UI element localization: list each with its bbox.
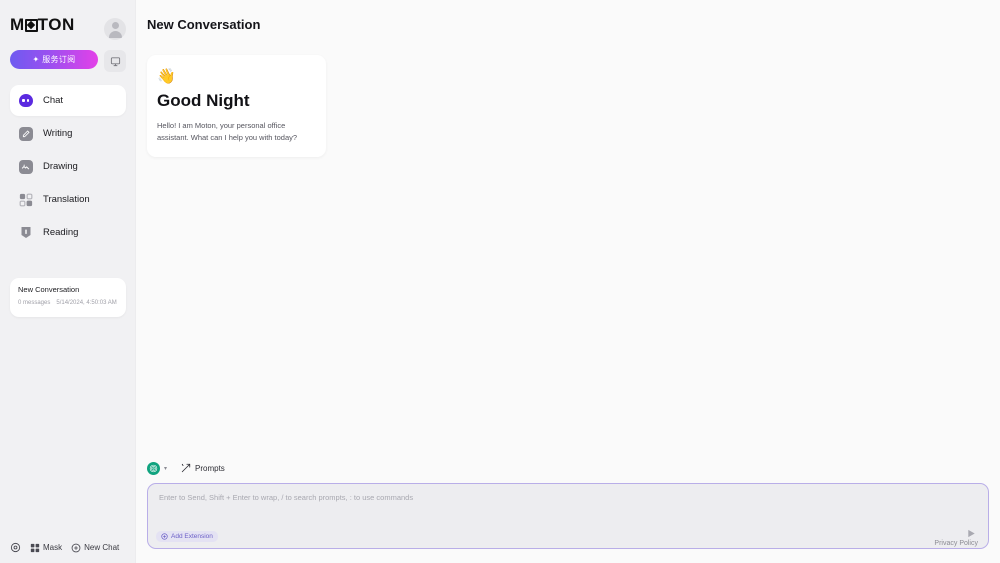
image-icon <box>18 159 33 174</box>
sidebar-item-label: Translation <box>43 194 90 205</box>
conversation-timestamp: 5/14/2024, 4:50:03 AM <box>56 300 117 306</box>
model-selector[interactable]: ▾ <box>147 461 168 475</box>
new-chat-button[interactable]: New Chat <box>71 543 119 553</box>
sidebar-item-label: Drawing <box>43 161 78 172</box>
display-mode-button[interactable] <box>104 50 126 72</box>
mask-button[interactable]: Mask <box>30 543 62 553</box>
sidebar-item-writing[interactable]: Writing <box>10 118 126 149</box>
monitor-icon <box>110 56 120 66</box>
add-extension-label: Add Extension <box>171 533 213 540</box>
privacy-policy-link[interactable]: Privacy Policy <box>934 540 978 547</box>
chat-bubble-icon <box>18 93 33 108</box>
grid-icon <box>30 543 40 552</box>
avatar[interactable] <box>104 18 126 40</box>
openai-logo-icon <box>147 461 160 475</box>
conversation-message-count: 0 messages <box>18 300 51 306</box>
conversation-title: New Conversation <box>18 285 80 294</box>
new-chat-label: New Chat <box>84 543 120 552</box>
avatar-head-icon <box>111 22 119 29</box>
greeting-title: Good Night <box>157 91 250 110</box>
logo-diamond-icon <box>24 18 38 32</box>
message-input-wrapper[interactable]: Enter to Send, Shift + Enter to wrap, / … <box>147 483 989 549</box>
waving-hand-icon: 👋 <box>157 67 176 85</box>
pencil-icon <box>18 126 33 141</box>
sparkle-icon: ✦ <box>32 54 40 64</box>
main-panel: New Conversation 👋 Good Night Hello! I a… <box>136 0 1000 563</box>
send-button[interactable] <box>965 527 977 539</box>
sidebar-item-translation[interactable]: Translation <box>10 184 126 215</box>
composer-area: ▾ Prompts Enter to Send, Shift + Enter t… <box>147 459 989 549</box>
sidebar: M TON ✦ 服务订阅 Chat Writing Drawing Transl… <box>0 0 136 563</box>
logo-text-post: TON <box>37 15 75 34</box>
sidebar-item-chat[interactable]: Chat <box>10 85 126 116</box>
gear-icon <box>10 542 21 553</box>
app-root: M TON ✦ 服务订阅 Chat Writing Drawing Transl… <box>0 0 1000 563</box>
composer-toolbar: ▾ Prompts <box>147 459 989 477</box>
mask-label: Mask <box>43 543 63 552</box>
app-logo: M TON <box>10 16 75 34</box>
book-icon <box>18 225 33 240</box>
message-input-placeholder: Enter to Send, Shift + Enter to wrap, / … <box>159 493 414 502</box>
conversation-meta: 0 messages 5/14/2024, 4:50:03 AM <box>18 300 118 306</box>
subscribe-button[interactable]: ✦ 服务订阅 <box>10 50 98 69</box>
add-extension-button[interactable]: Add Extension <box>156 531 218 542</box>
prompts-button[interactable]: Prompts <box>181 463 225 473</box>
avatar-body-icon <box>108 31 122 38</box>
sidebar-nav: Chat Writing Drawing Translation Reading <box>10 85 126 250</box>
translate-icon <box>18 192 33 207</box>
sidebar-bottom-bar: Mask New Chat <box>10 542 130 553</box>
plus-circle-icon <box>161 533 168 540</box>
greeting-card: 👋 Good Night Hello! I am Moton, your per… <box>147 55 326 158</box>
sidebar-item-label: Reading <box>43 227 79 238</box>
sidebar-item-label: Writing <box>43 128 73 139</box>
sidebar-item-drawing[interactable]: Drawing <box>10 151 126 182</box>
logo-text-pre: M <box>10 15 25 34</box>
chevron-down-icon: ▾ <box>164 465 168 472</box>
conversation-list-item[interactable]: New Conversation 0 messages 5/14/2024, 4… <box>10 278 126 317</box>
sidebar-item-label: Chat <box>43 95 64 106</box>
send-arrow-icon <box>967 529 975 537</box>
magic-wand-icon <box>181 463 191 473</box>
sidebar-item-reading[interactable]: Reading <box>10 217 126 248</box>
settings-button[interactable] <box>10 542 21 553</box>
page-title: New Conversation <box>147 17 261 32</box>
plus-circle-icon <box>71 543 81 552</box>
subscribe-label: 服务订阅 <box>42 55 76 64</box>
prompts-label: Prompts <box>195 463 225 473</box>
brand: M TON <box>10 16 75 34</box>
greeting-description: Hello! I am Moton, your personal office … <box>157 121 298 142</box>
